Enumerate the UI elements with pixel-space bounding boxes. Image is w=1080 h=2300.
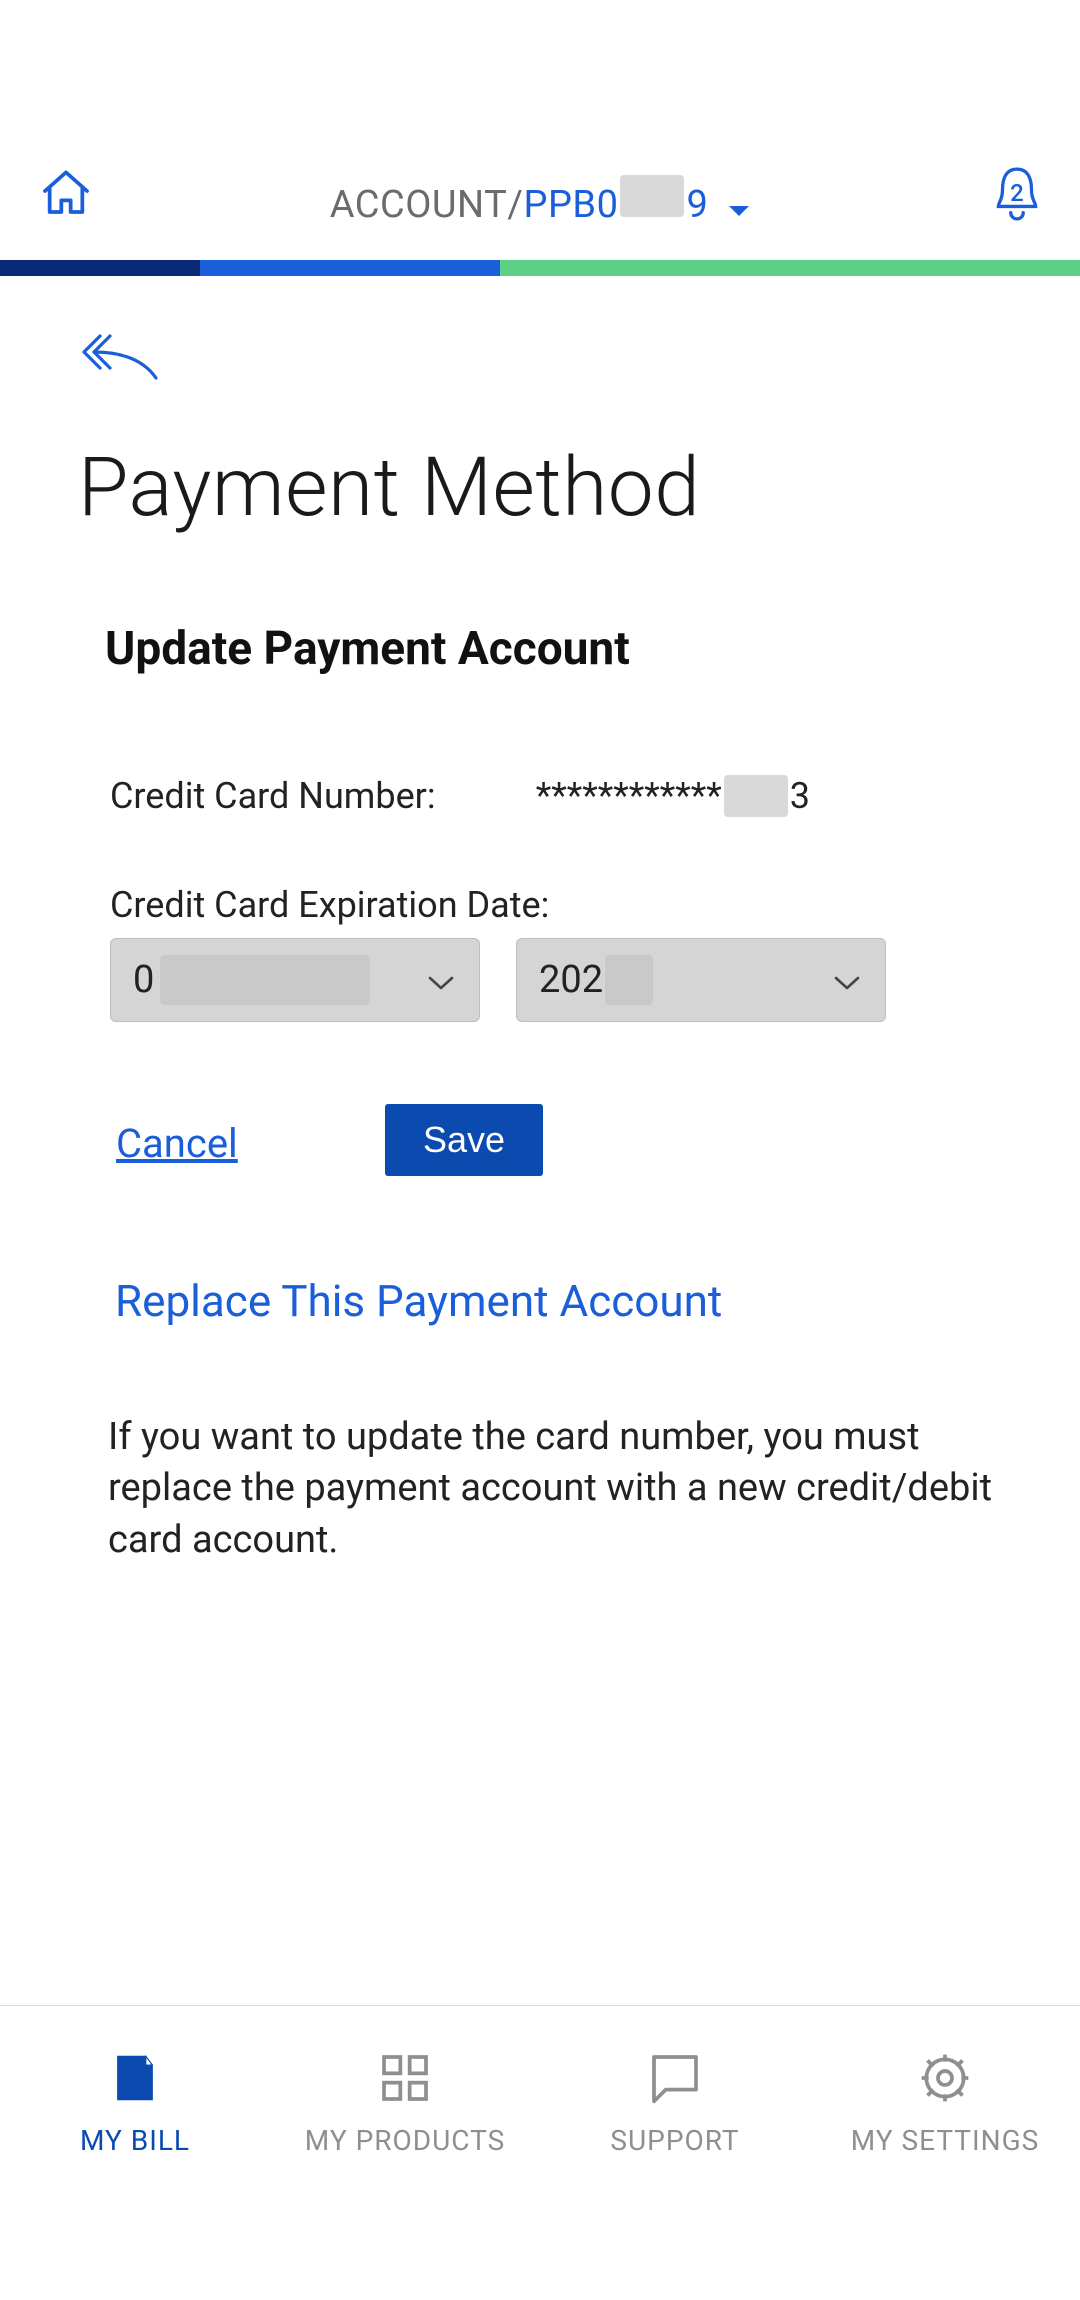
chevron-down-icon [427, 958, 455, 1002]
grid-icon [270, 2048, 540, 2108]
tab-my-products[interactable]: MY PRODUCTS [270, 2006, 540, 2300]
cc-number-row: Credit Card Number: ************ 3 [110, 775, 960, 817]
cc-hidden [724, 775, 788, 817]
section-title: Update Payment Account [105, 622, 630, 676]
account-mask [620, 175, 684, 217]
gear-icon [810, 2048, 1080, 2108]
tab-label: SUPPORT [540, 2124, 810, 2157]
notification-bell-icon[interactable]: 2 [992, 165, 1042, 223]
tab-label: MY SETTINGS [810, 2124, 1080, 2157]
tab-label: MY PRODUCTS [270, 2124, 540, 2157]
cancel-link[interactable]: Cancel [116, 1120, 238, 1167]
breadcrumb[interactable]: ACCOUNT/PPB0 9 [0, 175, 1080, 229]
notification-count: 2 [992, 179, 1042, 207]
save-button[interactable]: Save [385, 1104, 543, 1176]
exp-year-select[interactable]: 202 [516, 938, 886, 1022]
info-note: If you want to update the card number, y… [108, 1412, 1010, 1566]
caret-down-icon[interactable] [728, 185, 750, 229]
bottom-tab-bar: MY BILL MY PRODUCTS SUPPORT [0, 2005, 1080, 2300]
chat-icon [540, 2048, 810, 2108]
cc-last: 3 [790, 775, 810, 817]
tab-my-bill[interactable]: MY BILL [0, 2006, 270, 2300]
account-suffix: 9 [686, 183, 708, 227]
bill-icon [0, 2048, 270, 2108]
cc-mask: ************ [536, 775, 722, 817]
tab-label: MY BILL [0, 2124, 270, 2157]
replace-account-link[interactable]: Replace This Payment Account [115, 1275, 722, 1327]
back-icon[interactable] [78, 330, 158, 382]
cc-value: ************ 3 [536, 775, 810, 817]
cc-label: Credit Card Number: [110, 775, 436, 817]
account-prefix: PPB0 [523, 183, 618, 227]
exp-month-select[interactable]: 0 [110, 938, 480, 1022]
breadcrumb-prefix: ACCOUNT/ [330, 183, 524, 227]
exp-year-value: 202 [539, 958, 603, 1002]
exp-month-mask [160, 955, 370, 1005]
progress-bar [0, 260, 1080, 276]
exp-month-value: 0 [133, 958, 154, 1002]
tab-my-settings[interactable]: MY SETTINGS [810, 2006, 1080, 2300]
exp-year-mask [605, 955, 653, 1005]
tab-support[interactable]: SUPPORT [540, 2006, 810, 2300]
chevron-down-icon [833, 958, 861, 1002]
exp-label: Credit Card Expiration Date: [110, 884, 549, 926]
page-title: Payment Method [78, 440, 700, 536]
